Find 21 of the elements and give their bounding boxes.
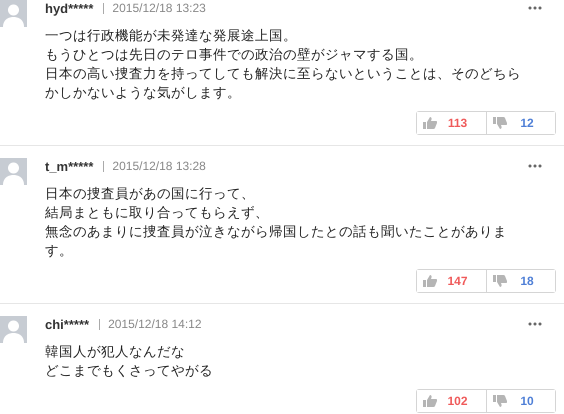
comment-text: 日本の捜査員があの国に行って、 結局まともに取り合ってもらえず、 無念のあまりに捜査員が泣きながら帰国したとの話も聞いたことがありま す。 bbox=[45, 185, 508, 260]
more-icon[interactable] bbox=[528, 322, 542, 326]
dislike-button[interactable]: 10 bbox=[486, 390, 555, 412]
thumbs-down-icon bbox=[493, 275, 507, 287]
thumbs-down-icon bbox=[493, 117, 507, 129]
thumbs-down-icon bbox=[493, 395, 507, 407]
post-date: 2015/12/18 13:23 bbox=[103, 2, 206, 14]
more-icon[interactable] bbox=[528, 6, 542, 10]
dislike-button[interactable]: 18 bbox=[486, 270, 555, 292]
post-date: 2015/12/18 13:28 bbox=[103, 160, 206, 172]
post-date: 2015/12/18 14:12 bbox=[99, 318, 202, 330]
comment-text: 韓国人が犯人なんだな どこまでもくさってやがる bbox=[45, 343, 214, 380]
user-name[interactable]: hyd***** bbox=[45, 0, 94, 16]
user-name[interactable]: t_m***** bbox=[45, 158, 94, 174]
thumbs-up-icon bbox=[423, 117, 437, 129]
user-name[interactable]: chi***** bbox=[45, 316, 90, 332]
thumbs-up-icon bbox=[423, 395, 437, 407]
dislike-button[interactable]: 12 bbox=[486, 112, 555, 134]
comment-text: 一つは行政機能が未発達な発展途上国。 もうひとつは先日のテロ事件での政治の壁がジャマする国。 日本の高い捜査力を持ってしても解決に至らないということは、そのどちら かしかないような気がします。 bbox=[45, 27, 522, 102]
more-icon[interactable] bbox=[528, 164, 542, 168]
thumbs-up-icon bbox=[423, 275, 437, 287]
